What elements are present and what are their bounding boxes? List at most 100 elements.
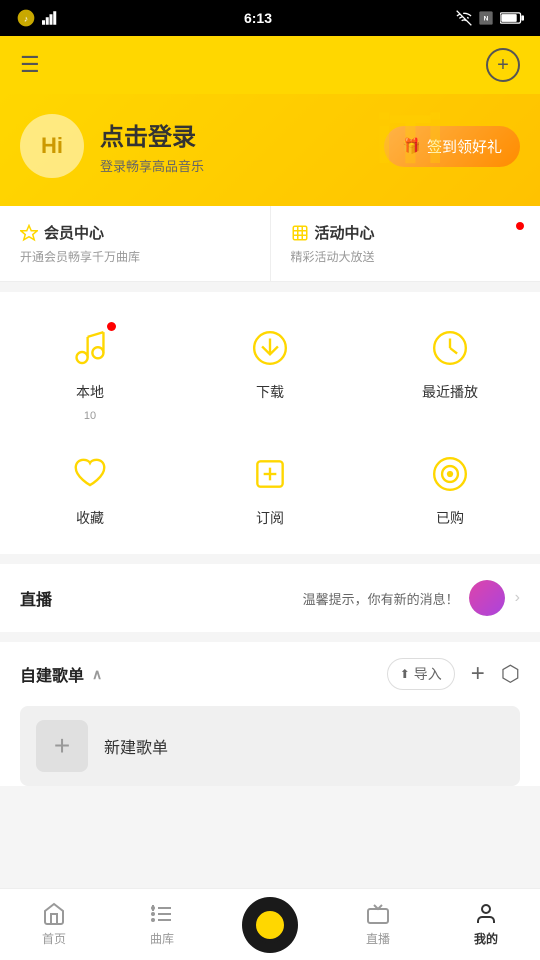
subscribe-icon — [251, 455, 289, 493]
playlist-header-left: 自建歌单 ∧ — [20, 662, 102, 686]
download-item[interactable]: 下载 — [220, 322, 320, 422]
new-playlist-label: 新建歌单 — [104, 734, 168, 758]
live-avatar-image — [469, 580, 505, 616]
local-music-icon — [71, 329, 109, 367]
purchased-label: 已购 — [436, 508, 464, 528]
wifi-icon — [456, 10, 472, 26]
nav-home-label: 首页 — [42, 930, 66, 947]
avatar-text: Hi — [41, 133, 63, 159]
heart-icon — [71, 455, 109, 493]
status-time: 6:13 — [244, 10, 272, 26]
live-message: 温馨提示，你有新的消息！ — [303, 589, 459, 608]
nav-mine-label: 我的 — [474, 930, 498, 947]
local-music-icon-container — [64, 322, 116, 374]
import-button[interactable]: ⬆ 导入 — [387, 658, 455, 690]
activity-center-item[interactable]: 活动中心 精彩活动大放送 — [271, 206, 540, 281]
chevron-down-icon[interactable]: ∧ — [92, 666, 102, 683]
live-right[interactable]: 温馨提示，你有新的消息！ › — [303, 580, 520, 616]
purchased-item[interactable]: 已购 — [400, 448, 500, 528]
icon-row-2: 收藏 订阅 已购 — [0, 438, 540, 544]
status-right-icons: N — [456, 10, 524, 26]
login-banner: iTi Hi 点击登录 登录畅享高品音乐 🎁 签到领好礼 — [0, 94, 540, 206]
nav-home[interactable]: 首页 — [14, 902, 94, 947]
playlist-header: 自建歌单 ∧ ⬆ 导入 + ⬡ — [20, 658, 520, 690]
info-row: 会员中心 开通会员畅享千万曲库 活动中心 精彩活动大放送 — [0, 206, 540, 282]
settings-icon[interactable]: ⬡ — [501, 661, 520, 687]
app-icon: ♪ — [16, 8, 36, 28]
home-icon — [42, 902, 66, 926]
download-icon — [251, 329, 289, 367]
favorite-icon-container — [64, 448, 116, 500]
profile-icon — [474, 902, 498, 926]
live-avatar — [469, 580, 505, 616]
status-bar: ♪ 6:13 N — [0, 0, 540, 36]
purchased-icon-container — [424, 448, 476, 500]
nav-library-label: 曲库 — [150, 930, 174, 947]
local-music-label: 本地 — [76, 382, 104, 402]
member-center-item[interactable]: 会员中心 开通会员畅享千万曲库 — [0, 206, 271, 281]
live-nav-icon — [366, 902, 390, 926]
local-music-count: 10 — [84, 410, 96, 422]
add-playlist-icon[interactable]: + — [471, 660, 485, 688]
gift-icon: 🎁 — [402, 137, 421, 155]
library-icon — [150, 902, 174, 926]
nav-mine[interactable]: 我的 — [446, 902, 526, 947]
nav-play-center[interactable] — [230, 897, 310, 953]
nav-live-label: 直播 — [366, 930, 390, 947]
local-music-dot — [107, 322, 116, 331]
playlist-header-right: ⬆ 导入 + ⬡ — [387, 658, 520, 690]
recent-play-label: 最近播放 — [422, 382, 478, 402]
battery-icon — [500, 11, 524, 25]
download-label: 下载 — [256, 382, 284, 402]
icon-grid: 本地 10 下载 最近播放 — [0, 292, 540, 554]
activity-icon — [291, 224, 309, 242]
hamburger-icon[interactable]: ☰ — [20, 52, 40, 78]
login-title: 点击登录 — [100, 117, 204, 152]
import-label: 导入 — [414, 664, 442, 684]
clock-icon — [431, 329, 469, 367]
new-playlist-card[interactable]: + 新建歌单 — [20, 706, 520, 786]
recent-play-icon-container — [424, 322, 476, 374]
sign-in-button[interactable]: 🎁 签到领好礼 — [384, 126, 520, 167]
favorite-item[interactable]: 收藏 — [40, 448, 140, 528]
activity-sub: 精彩活动大放送 — [291, 248, 521, 265]
favorite-label: 收藏 — [76, 508, 104, 528]
nav-live[interactable]: 直播 — [338, 902, 418, 947]
playlist-title: 自建歌单 — [20, 662, 84, 686]
member-header: 会员中心 — [20, 222, 250, 243]
subscribe-icon-container — [244, 448, 296, 500]
login-text: 点击登录 登录畅享高品音乐 — [100, 117, 204, 175]
header: ☰ + — [0, 36, 540, 94]
play-center-inner — [252, 907, 288, 943]
sign-in-label: 签到领好礼 — [427, 136, 502, 157]
play-center-button[interactable] — [242, 897, 298, 953]
banner-left: Hi 点击登录 登录畅享高品音乐 — [20, 114, 204, 178]
live-section: 直播 温馨提示，你有新的消息！ › — [0, 564, 540, 632]
status-left-icons: ♪ — [16, 8, 60, 28]
live-title: 直播 — [20, 586, 52, 610]
chevron-right-icon: › — [515, 589, 520, 607]
activity-notification-dot — [516, 222, 524, 230]
member-title: 会员中心 — [44, 222, 104, 243]
add-icon[interactable]: + — [486, 48, 520, 82]
svg-text:♪: ♪ — [24, 13, 28, 23]
new-playlist-add-icon: + — [36, 720, 88, 772]
recent-play-item[interactable]: 最近播放 — [400, 322, 500, 422]
network-icon: N — [478, 10, 494, 26]
playlist-section: 自建歌单 ∧ ⬆ 导入 + ⬡ + 新建歌单 — [0, 642, 540, 786]
subscribe-item[interactable]: 订阅 — [220, 448, 320, 528]
import-icon: ⬆ — [400, 667, 410, 681]
activity-header: 活动中心 — [291, 222, 521, 243]
subscribe-label: 订阅 — [256, 508, 284, 528]
member-sub: 开通会员畅享千万曲库 — [20, 248, 250, 265]
download-icon-container — [244, 322, 296, 374]
diamond-icon — [20, 224, 38, 242]
nav-library[interactable]: 曲库 — [122, 902, 202, 947]
avatar[interactable]: Hi — [20, 114, 84, 178]
local-music-item[interactable]: 本地 10 — [40, 322, 140, 422]
bottom-nav: 首页 曲库 直播 我的 — [0, 888, 540, 960]
purchased-icon — [431, 455, 469, 493]
login-subtitle: 登录畅享高品音乐 — [100, 156, 204, 175]
svg-text:N: N — [484, 16, 489, 23]
signal-icon — [42, 11, 60, 25]
